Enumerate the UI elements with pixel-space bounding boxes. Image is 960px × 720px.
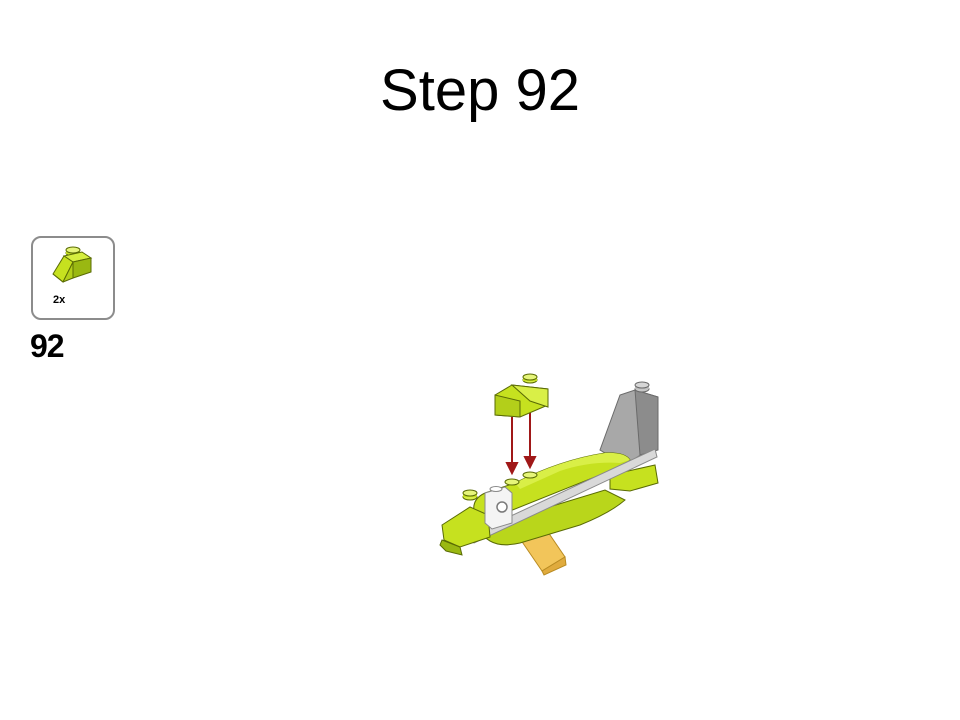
head bbox=[441, 506, 491, 548]
model-illustration bbox=[430, 365, 670, 585]
part-quantity: 2x bbox=[53, 294, 66, 306]
lime-fish-model-icon bbox=[439, 373, 659, 576]
step-number: 92 bbox=[30, 328, 65, 364]
new-slope-brick bbox=[494, 373, 549, 418]
parts-callout: 2x bbox=[31, 236, 115, 320]
step-title: Step 92 bbox=[380, 58, 580, 123]
lime-slope-brick-icon bbox=[52, 246, 93, 283]
placement-arrows bbox=[505, 413, 537, 476]
